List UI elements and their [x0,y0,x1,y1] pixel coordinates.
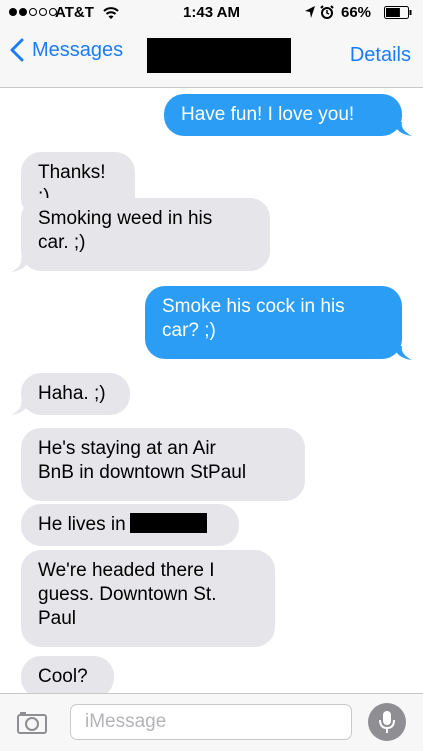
message-input-bar: iMessage [0,693,423,751]
imessage-input[interactable]: iMessage [70,704,352,740]
back-button[interactable]: Messages [10,38,123,62]
bubble-tail [394,122,412,136]
location-arrow-icon [305,6,315,18]
message-text: He lives in [38,514,126,535]
bubble-tail [11,401,29,415]
details-button[interactable]: Details [350,44,411,67]
message-text: Smoking weed in his car. ;) [38,208,213,253]
message-text: He's staying at an Air BnB in downtown S… [38,438,247,483]
message-bubble-outgoing[interactable]: Have fun! I love you! [164,94,402,136]
message-text: Cool? [38,666,88,687]
back-label: Messages [32,38,124,61]
microphone-icon [379,711,395,733]
camera-icon[interactable] [17,710,47,734]
message-text: We're headed there I guess. Downtown St.… [38,560,217,629]
redacted-location [129,513,207,533]
conversation[interactable]: Have fun! I love you! Thanks! ;) Smoking… [0,88,423,693]
message-bubble-incoming[interactable]: Cool? [21,656,114,693]
bubble-tail [11,258,29,272]
top-bar: AT&T 1:43 AM 66% Messages Details [0,0,423,88]
message-text: Haha. ;) [38,383,106,404]
input-placeholder: iMessage [85,711,167,732]
chevron-left-icon [10,38,24,62]
message-bubble-incoming[interactable]: Haha. ;) [21,373,130,415]
alarm-clock-icon [320,5,334,19]
redacted-contact-name [147,38,291,73]
message-bubble-incoming[interactable]: Smoking weed in his car. ;) [21,198,270,271]
battery-percentage: 66% [341,4,372,21]
battery-icon [384,6,412,19]
status-bar: AT&T 1:43 AM 66% [0,0,423,26]
bubble-tail [394,346,412,360]
message-text: Have fun! I love you! [181,104,355,125]
message-bubble-outgoing[interactable]: Smoke his cock in his car? ;) [145,286,402,359]
microphone-button[interactable] [368,703,406,741]
message-text: Smoke his cock in his car? ;) [162,296,345,341]
message-bubble-incoming[interactable]: He lives in [21,504,239,546]
message-bubble-incoming[interactable]: He's staying at an Air BnB in downtown S… [21,428,305,501]
message-bubble-incoming[interactable]: We're headed there I guess. Downtown St.… [21,550,275,647]
